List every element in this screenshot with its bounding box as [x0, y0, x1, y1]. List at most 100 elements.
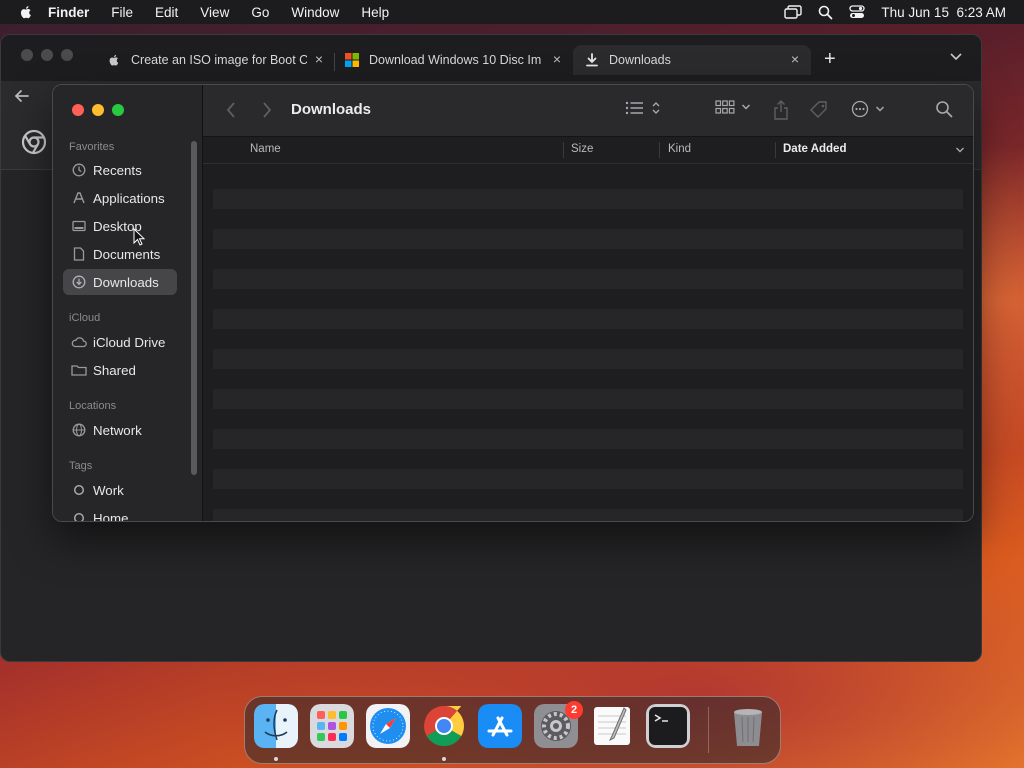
running-indicator-finder [274, 757, 278, 761]
column-divider[interactable] [775, 142, 776, 158]
menubar-clock[interactable]: Thu Jun 15 6:23 AM [881, 5, 1006, 20]
cloud-icon [71, 334, 87, 350]
group-by-button[interactable] [715, 100, 751, 114]
app-store-app-icon[interactable] [478, 704, 522, 748]
empty-row-stripe [213, 189, 963, 209]
shared-folder-icon [71, 362, 87, 378]
empty-row-stripe [213, 269, 963, 289]
empty-row-stripe [213, 349, 963, 369]
sidebar-section-favorites: Favorites [69, 141, 115, 153]
sidebar-item-applications[interactable]: Applications [63, 185, 177, 211]
menu-help[interactable]: Help [361, 5, 389, 20]
globe-icon [71, 422, 87, 438]
finder-toolbar: Downloads [203, 85, 973, 137]
applications-icon [71, 190, 87, 206]
search-button[interactable] [935, 100, 953, 118]
menu-file[interactable]: File [111, 5, 133, 20]
tab-iso-image[interactable]: Create an ISO image for Boot C × [107, 45, 327, 75]
browser-close-button[interactable] [21, 49, 33, 61]
mouse-cursor-icon [133, 228, 145, 246]
action-menu-button[interactable] [851, 100, 885, 118]
menu-go[interactable]: Go [251, 5, 269, 20]
forward-chevron-icon[interactable] [261, 101, 273, 119]
terminal-app-icon[interactable] [646, 704, 690, 748]
sidebar-scrollbar[interactable] [191, 141, 197, 475]
sidebar-item-network[interactable]: Network [63, 417, 177, 443]
download-circle-icon [71, 274, 87, 290]
tab-download-windows[interactable]: Download Windows 10 Disc Im × [345, 45, 565, 75]
new-tab-button[interactable]: + [824, 49, 836, 69]
empty-row-stripe [213, 429, 963, 449]
column-divider[interactable] [563, 142, 564, 158]
sidebar-item-label: Applications [93, 190, 165, 206]
column-header-kind[interactable]: Kind [668, 143, 691, 155]
menu-edit[interactable]: Edit [155, 5, 178, 20]
running-indicator-chrome [442, 757, 446, 761]
tab-close-button[interactable]: × [787, 51, 803, 67]
document-icon [71, 246, 87, 262]
launchpad-app-icon[interactable] [310, 704, 354, 748]
apple-icon [109, 54, 119, 66]
column-header-date-added[interactable]: Date Added [783, 143, 846, 155]
finder-sidebar: Favorites Recents Applications Desktop D… [53, 85, 203, 521]
textedit-app-icon[interactable] [590, 704, 634, 748]
view-mode-list-button[interactable] [625, 100, 661, 116]
tab-title: Download Windows 10 Disc Im [369, 53, 542, 67]
notification-badge: 2 [565, 701, 583, 719]
control-center-icon[interactable] [849, 5, 866, 19]
apple-icon[interactable] [18, 4, 34, 20]
sidebar-item-documents[interactable]: Documents [63, 241, 177, 267]
chevron-down-icon [741, 104, 751, 110]
close-button[interactable] [72, 104, 84, 116]
spotlight-search-icon[interactable] [818, 5, 833, 20]
sidebar-section-locations: Locations [69, 400, 117, 412]
tab-close-button[interactable]: × [311, 51, 327, 67]
sidebar-item-label: Network [93, 422, 142, 438]
menu-view[interactable]: View [200, 5, 229, 20]
list-view-icon [625, 101, 643, 115]
file-list-empty [213, 189, 963, 521]
share-button[interactable] [773, 100, 789, 120]
sidebar-item-desktop[interactable]: Desktop [63, 213, 177, 239]
back-arrow-icon[interactable] [13, 87, 31, 105]
back-chevron-icon[interactable] [225, 101, 237, 119]
screen-mirroring-icon[interactable] [784, 5, 803, 19]
sidebar-item-label: Home [93, 510, 129, 522]
sidebar-item-label: Downloads [93, 274, 159, 290]
tags-button[interactable] [809, 100, 829, 120]
empty-row-stripe [213, 469, 963, 489]
sidebar-item-tag-work[interactable]: Work [63, 477, 177, 503]
finder-app-icon[interactable] [254, 704, 298, 748]
browser-window-controls [21, 49, 73, 61]
empty-row-stripe [213, 509, 963, 521]
sidebar-item-label: Shared [93, 362, 136, 378]
tab-title: Create an ISO image for Boot C [131, 53, 307, 67]
column-divider[interactable] [659, 142, 660, 158]
column-header-size[interactable]: Size [571, 143, 593, 155]
trash-app-icon[interactable] [726, 704, 770, 748]
tag-icon [810, 101, 827, 118]
search-icon [936, 101, 953, 118]
tab-search-chevron-icon[interactable] [949, 51, 963, 61]
sort-chevron-icon[interactable] [955, 146, 965, 154]
sidebar-item-downloads[interactable]: Downloads [63, 269, 177, 295]
zoom-button[interactable] [112, 104, 124, 116]
column-header-name[interactable]: Name [250, 143, 281, 155]
clock-icon [71, 162, 87, 178]
minimize-button[interactable] [92, 104, 104, 116]
sidebar-item-recents[interactable]: Recents [63, 157, 177, 183]
sidebar-item-tag-home[interactable]: Home [63, 505, 177, 522]
more-options-icon [851, 100, 869, 118]
sidebar-item-shared[interactable]: Shared [63, 357, 177, 383]
menu-window[interactable]: Window [291, 5, 339, 20]
tab-downloads[interactable]: Downloads × [573, 45, 811, 75]
browser-minimize-button[interactable] [41, 49, 53, 61]
tab-close-button[interactable]: × [549, 51, 565, 67]
chrome-logo-icon [21, 129, 47, 155]
safari-app-icon[interactable] [366, 704, 410, 748]
chrome-app-icon[interactable] [422, 704, 466, 748]
menu-finder[interactable]: Finder [48, 5, 89, 20]
browser-zoom-button[interactable] [61, 49, 73, 61]
sidebar-item-label: Documents [93, 246, 161, 262]
sidebar-item-icloud-drive[interactable]: iCloud Drive [63, 329, 177, 355]
